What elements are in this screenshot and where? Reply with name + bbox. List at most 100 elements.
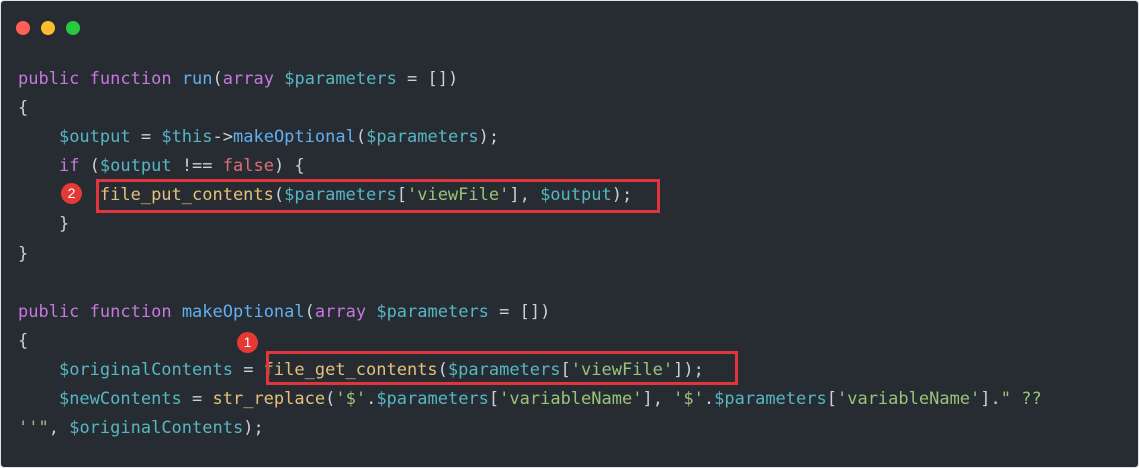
code-token: $parameters — [366, 127, 479, 148]
annotation-badge-2: 2 — [61, 183, 82, 204]
code-token: . — [366, 389, 377, 410]
code-token: ]); — [673, 359, 704, 380]
code-token: $originalContents — [69, 418, 244, 439]
code-token: file_put_contents — [99, 185, 274, 206]
code-token: ) { — [273, 156, 305, 177]
code-token: $parameters — [284, 185, 397, 206]
close-dot-icon[interactable] — [16, 21, 30, 35]
code-token: 'variableName' — [499, 389, 643, 410]
code-token: $parameters — [714, 389, 827, 410]
code-line: } — [18, 210, 1042, 239]
code-token: 'viewFile' — [570, 359, 674, 380]
code-token: []) — [519, 301, 551, 322]
code-line: ''", $originalContents); — [18, 414, 1042, 443]
code-token: = — [130, 127, 162, 148]
code-token: = — [396, 69, 428, 89]
code-token: = — [488, 301, 520, 322]
zoom-dot-icon[interactable] — [66, 21, 80, 35]
code-token: '$' — [673, 389, 704, 410]
code-token: [ — [488, 389, 500, 410]
code-token: . — [703, 389, 715, 410]
code-line: file_put_contents($parameters['viewFile'… — [18, 181, 1042, 210]
code-token: } — [18, 214, 70, 235]
code-token: { — [18, 330, 29, 351]
code-token: $parameters — [376, 301, 489, 322]
code-token: $parameters — [447, 359, 561, 380]
code-window: public function run(array $parameters = … — [0, 0, 1139, 468]
code-token: -> — [212, 127, 233, 148]
code-token: run — [181, 69, 213, 89]
code-token: $parameters — [284, 69, 397, 89]
code-token: [ — [560, 359, 571, 380]
code-token: public — [18, 69, 80, 89]
code-token: ); — [243, 418, 264, 439]
code-token: $parameters — [376, 389, 489, 410]
code-token: false — [222, 156, 274, 177]
code-token: function — [89, 69, 172, 89]
code-token: $newContents — [58, 389, 182, 410]
code-token: $originalContents — [58, 359, 233, 380]
code-token: 'viewFile' — [406, 185, 510, 206]
code-token: ( — [437, 359, 448, 380]
code-block: public function run(array $parameters = … — [18, 65, 1042, 443]
code-token: function — [89, 301, 172, 322]
code-token: str_replace — [212, 389, 326, 410]
code-line: { — [18, 94, 1042, 123]
code-token: array — [314, 301, 367, 322]
code-token: " ?? — [1000, 389, 1042, 410]
code-token: if — [58, 156, 80, 177]
code-token: , — [48, 418, 70, 439]
code-token: file_get_contents — [263, 359, 438, 380]
code-token: $output — [99, 156, 172, 177]
code-line: } — [18, 240, 1042, 269]
code-token: = — [181, 389, 213, 410]
code-token: !== — [171, 156, 223, 177]
code-token: ); — [611, 185, 633, 206]
minimize-dot-icon[interactable] — [41, 21, 55, 35]
code-token: public — [18, 301, 80, 322]
code-token: '$' — [335, 389, 367, 410]
code-line: $newContents = str_replace('$'.$paramete… — [18, 385, 1042, 414]
code-token: ]. — [980, 389, 1001, 410]
code-token: ); — [478, 127, 500, 148]
code-token: ( — [355, 127, 367, 148]
code-token: ( — [304, 301, 315, 322]
code-token: $output — [540, 185, 612, 206]
code-line: if ($output !== false) { — [18, 152, 1042, 181]
code-token: } — [18, 243, 29, 264]
code-line: { — [18, 327, 1042, 356]
code-line: $originalContents = file_get_contents($p… — [18, 356, 1042, 385]
code-line: $output = $this->makeOptional($parameter… — [18, 123, 1042, 152]
code-token: { — [18, 98, 29, 119]
code-line: public function makeOptional(array $para… — [18, 298, 1042, 327]
code-line: public function run(array $parameters = … — [18, 65, 1042, 94]
code-token: array — [222, 69, 274, 89]
code-token: []) — [427, 69, 459, 89]
code-token: [ — [826, 389, 837, 410]
code-token: 'variableName' — [836, 389, 981, 410]
code-token: = — [232, 359, 264, 380]
code-token: ( — [325, 389, 336, 410]
code-token: ( — [79, 156, 100, 177]
code-token: makeOptional — [181, 301, 305, 322]
code-token: ], — [509, 185, 541, 206]
code-token: ( — [212, 69, 223, 89]
window-controls — [16, 21, 80, 35]
code-token: makeOptional — [233, 127, 356, 148]
code-token: ( — [273, 185, 285, 206]
code-token: $output — [58, 127, 131, 148]
code-token: $this — [161, 127, 213, 148]
code-token: ], — [642, 389, 674, 410]
